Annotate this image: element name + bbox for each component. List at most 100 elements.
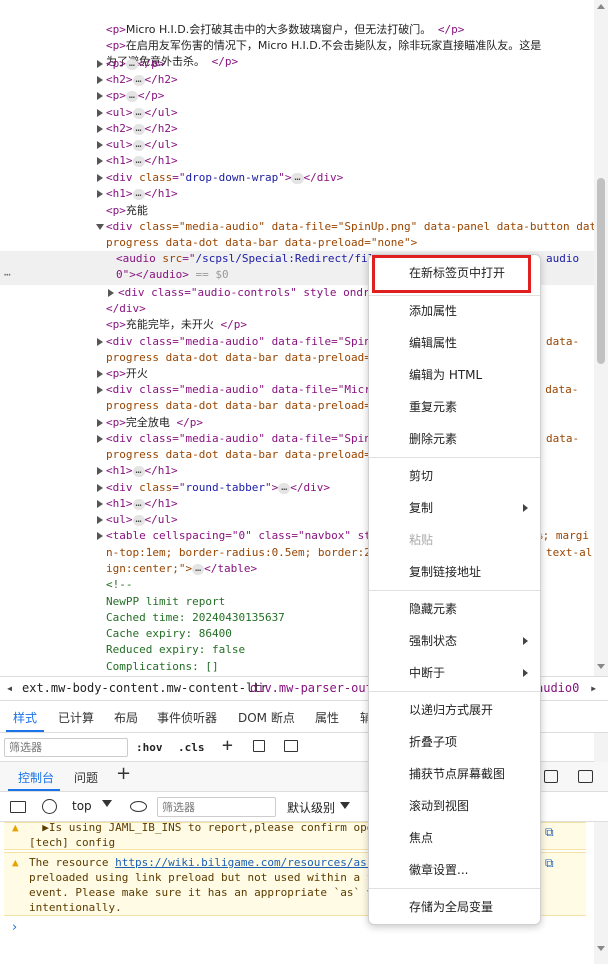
expand-arrow-icon[interactable] <box>97 92 103 100</box>
expand-arrow-icon[interactable] <box>97 532 103 540</box>
ellipsis-badge[interactable]: … <box>192 563 205 575</box>
expand-arrow-icon[interactable] <box>97 157 103 165</box>
tree-line-collapsed[interactable]: <ul>… </ul> <box>0 137 594 153</box>
more-dots-icon[interactable]: ⋯ <box>4 267 11 283</box>
menu-item-capture-node-screenshot[interactable]: 捕获节点屏幕截图 <box>369 759 540 789</box>
tab-console[interactable]: 控制台 <box>18 769 54 786</box>
elements-scrollbar[interactable] <box>594 0 608 676</box>
scroll-thumb[interactable] <box>597 178 605 364</box>
cls-toggle[interactable]: .cls <box>178 741 205 754</box>
ellipsis-badge[interactable]: … <box>132 139 145 151</box>
tree-line-collapsed[interactable]: <h2>… </h2> <box>0 121 594 137</box>
expand-arrow-icon[interactable] <box>97 484 103 492</box>
menu-item-delete-element[interactable]: 删除元素 <box>369 424 540 454</box>
breadcrumb-right-arrow-icon[interactable]: ▸ <box>590 681 597 695</box>
tab-event-listeners[interactable]: 事件侦听器 <box>157 709 217 726</box>
menu-item-edit-attribute[interactable]: 编辑属性 <box>369 328 540 358</box>
tree-line-collapsed[interactable]: <h1>… </h1> <box>0 186 594 202</box>
menu-item-edit-as-html[interactable]: 编辑为 HTML <box>369 360 540 390</box>
scroll-up-icon[interactable] <box>597 4 605 9</box>
menu-item-copy[interactable]: 复制 <box>369 493 540 523</box>
tab-layout[interactable]: 布局 <box>114 709 138 726</box>
tree-line[interactable]: progress data-dot data-bar data-preload=… <box>0 235 594 251</box>
sidebar-toggle-icon[interactable] <box>10 801 26 813</box>
expand-arrow-icon[interactable] <box>97 386 103 394</box>
paint-brush-icon[interactable] <box>253 740 265 752</box>
tree-line[interactable]: 为了避免意外击杀。 </p> <box>0 38 594 68</box>
tree-line-collapsed[interactable]: <h1>… </h1> <box>0 153 594 169</box>
ellipsis-badge[interactable]: … <box>132 514 145 526</box>
ellipsis-badge[interactable]: … <box>291 172 304 184</box>
menu-item-copy-link-address[interactable]: 复制链接地址 <box>369 557 540 587</box>
ellipsis-badge[interactable]: … <box>278 482 291 494</box>
close-drawer-icon[interactable] <box>578 770 593 783</box>
expand-arrow-icon[interactable] <box>97 141 103 149</box>
menu-item-scroll-into-view[interactable]: 滚动到视图 <box>369 791 540 821</box>
ellipsis-badge[interactable]: … <box>125 58 138 70</box>
tree-line-collapsed[interactable]: <p>… </p> <box>0 56 594 72</box>
console-filter-input[interactable] <box>157 797 276 817</box>
ellipsis-badge[interactable]: … <box>132 107 145 119</box>
tab-styles[interactable]: 样式 <box>13 709 37 726</box>
menu-item-badge-settings[interactable]: 徽章设置... <box>369 855 540 885</box>
expand-arrow-icon[interactable] <box>97 174 103 182</box>
expand-arrow-icon[interactable] <box>108 289 114 297</box>
ellipsis-badge[interactable]: … <box>132 123 145 135</box>
breadcrumb-item[interactable]: div.mw-parser-outpu <box>250 681 387 695</box>
expand-arrow-icon[interactable] <box>97 125 103 133</box>
filter-scrollbar[interactable] <box>594 733 608 762</box>
chevron-down-icon[interactable] <box>340 802 350 809</box>
tree-line[interactable]: <p>Micro H.I.D.会打破其击中的大多数玻璃窗户，但无法打破门。 </… <box>0 6 594 36</box>
expand-arrow-icon[interactable] <box>97 338 103 346</box>
scroll-down-icon[interactable] <box>597 946 605 951</box>
styles-filter-input[interactable] <box>4 738 128 757</box>
tree-line-expanded[interactable]: <div class="media-audio" data-file="Spin… <box>0 219 594 235</box>
chevron-down-icon[interactable] <box>102 800 112 807</box>
tree-line-collapsed[interactable]: <ul>… </ul> <box>0 105 594 121</box>
ellipsis-badge[interactable]: … <box>132 188 145 200</box>
expand-arrow-icon[interactable] <box>97 190 103 198</box>
tab-computed[interactable]: 已计算 <box>58 709 94 726</box>
ellipsis-badge[interactable]: … <box>132 74 145 86</box>
eye-icon[interactable] <box>130 801 147 812</box>
breadcrumb-item[interactable]: ext.mw-body-content.mw-content-ltr <box>22 681 268 695</box>
dock-icon[interactable] <box>544 770 558 783</box>
expand-arrow-icon[interactable] <box>97 435 103 443</box>
breadcrumb-left-arrow-icon[interactable]: ◂ <box>6 681 13 695</box>
add-tab-icon[interactable]: + <box>116 763 131 784</box>
menu-item-hide-element[interactable]: 隐藏元素 <box>369 594 540 624</box>
menu-item-add-attribute[interactable]: 添加属性 <box>369 296 540 326</box>
link-icon[interactable]: ⧉ <box>545 856 554 871</box>
expand-arrow-icon[interactable] <box>97 60 103 68</box>
expand-arrow-icon[interactable] <box>97 467 103 475</box>
context-select[interactable]: top <box>72 799 92 813</box>
menu-item-duplicate-element[interactable]: 重复元素 <box>369 392 540 422</box>
hov-toggle[interactable]: :hov <box>136 741 163 754</box>
ellipsis-badge[interactable]: … <box>132 465 145 477</box>
expand-arrow-icon[interactable] <box>97 500 103 508</box>
expand-arrow-icon[interactable] <box>97 109 103 117</box>
console-prompt-icon[interactable]: › <box>12 920 17 935</box>
menu-item-expand-recursively[interactable]: 以递归方式展开 <box>369 695 540 725</box>
ellipsis-badge[interactable]: … <box>132 498 145 510</box>
ellipsis-badge[interactable]: … <box>132 155 145 167</box>
menu-item-collapse-children[interactable]: 折叠子项 <box>369 727 540 757</box>
tree-line-collapsed[interactable]: <div class="drop-down-wrap">… </div> <box>0 170 594 186</box>
menu-item-store-as-global-variable[interactable]: 存储为全局变量 <box>369 892 540 922</box>
tab-issues[interactable]: 问题 <box>74 769 98 786</box>
add-rule-icon[interactable]: + <box>222 735 233 756</box>
collapse-arrow-icon[interactable] <box>96 224 104 230</box>
expand-arrow-icon[interactable] <box>97 76 103 84</box>
sidebar-toggle-icon[interactable] <box>284 740 298 752</box>
console-scrollbar[interactable] <box>594 822 608 964</box>
menu-item-break-on[interactable]: 中断于 <box>369 658 540 688</box>
resource-link[interactable]: https://wiki.biligame.com/resources/asse… <box>115 856 400 869</box>
link-icon[interactable]: ⧉ <box>545 825 554 840</box>
ellipsis-badge[interactable]: … <box>125 90 138 102</box>
scroll-down-icon[interactable] <box>597 664 605 669</box>
menu-item-force-state[interactable]: 强制状态 <box>369 626 540 656</box>
menu-item-cut[interactable]: 剪切 <box>369 461 540 491</box>
clear-console-icon[interactable] <box>42 799 57 814</box>
expand-arrow-icon[interactable] <box>97 516 103 524</box>
tree-line[interactable]: <p>在启用友军伤害的情况下，Micro H.I.D.不会击毙队友，除非玩家直接… <box>0 22 594 52</box>
